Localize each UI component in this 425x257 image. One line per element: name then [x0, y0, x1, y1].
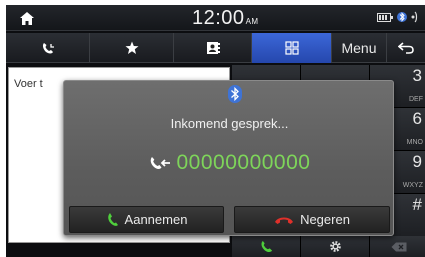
battery-icon [377, 12, 393, 22]
home-button[interactable] [6, 5, 48, 31]
caller-number: 00000000000 [176, 151, 311, 174]
tab-dialpad[interactable] [252, 33, 332, 63]
bluetooth-status-icon [397, 12, 407, 22]
menu-label: Menu [341, 40, 377, 56]
key-digit: 6 [412, 109, 422, 128]
tab-favorites[interactable] [90, 33, 174, 63]
key-digit: # [412, 195, 422, 214]
key-letters: DEF [409, 96, 423, 103]
settings-button[interactable] [301, 236, 369, 257]
phone-screen: 12:00AM Menu Voer t 3 DEF 6 MNO 9 WXYZ #… [6, 5, 425, 257]
clock: 12:00AM [192, 7, 259, 30]
caller-info: 00000000000 [64, 151, 395, 175]
clock-time: 12:00 [192, 7, 245, 29]
reject-call-button[interactable]: Negeren [234, 206, 390, 233]
tab-bar: Menu [6, 33, 425, 63]
number-input-placeholder: Voer t [14, 78, 43, 90]
popup-title: Inkomend gesprek... [170, 116, 289, 131]
accept-call-button[interactable]: Aannemen [69, 206, 224, 233]
key-digit: 3 [412, 66, 422, 85]
contacts-icon [206, 42, 220, 54]
signal-icon [411, 11, 418, 23]
incoming-call-icon [150, 157, 170, 169]
hangup-phone-icon [275, 217, 294, 224]
tab-recent-calls[interactable] [6, 33, 90, 63]
call-button[interactable] [232, 236, 300, 257]
phone-green-icon [260, 240, 272, 253]
accept-label: Aannemen [124, 212, 188, 227]
status-bar: 12:00AM [6, 5, 425, 31]
bluetooth-icon [228, 85, 242, 103]
key-letters: MNO [406, 139, 423, 146]
incoming-call-popup: Inkomend gesprek... 00000000000 Aannemen… [63, 80, 394, 236]
home-icon [20, 11, 34, 25]
gear-icon [329, 241, 341, 252]
clock-ampm: AM [245, 17, 259, 26]
dialpad-actions [232, 236, 425, 257]
back-button[interactable] [387, 33, 425, 63]
menu-button[interactable]: Menu [332, 33, 387, 63]
key-digit: 9 [412, 152, 422, 171]
status-icons [377, 11, 419, 23]
tab-contacts[interactable] [174, 33, 252, 63]
dialpad-icon [284, 41, 299, 55]
star-icon [125, 41, 138, 54]
reject-label: Negeren [300, 212, 350, 227]
key-letters: WXYZ [402, 182, 423, 189]
accept-phone-icon [107, 213, 118, 226]
backspace-icon [391, 242, 406, 251]
backspace-button[interactable] [370, 236, 425, 257]
back-arrow-icon [398, 42, 414, 54]
call-history-icon [42, 43, 54, 54]
